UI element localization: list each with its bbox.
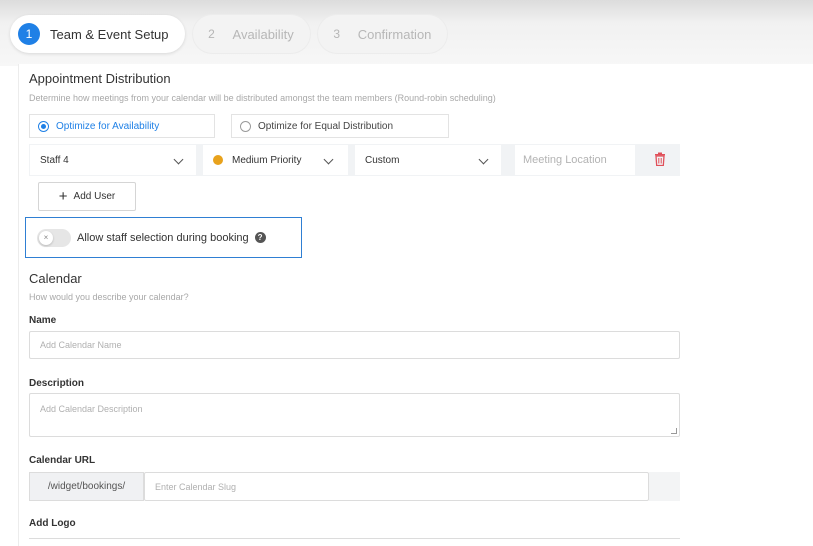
location-type-value: Custom [365, 154, 400, 166]
staff-selection-label: Allow staff selection during booking [77, 231, 249, 244]
calendar-slug-input[interactable]: Enter Calendar Slug [144, 472, 649, 501]
add-user-label: Add User [73, 191, 116, 202]
description-placeholder: Add Calendar Description [40, 404, 143, 414]
radio-optimize-equal-distribution[interactable]: Optimize for Equal Distribution [231, 114, 449, 138]
team-member-row: Staff 4 Medium Priority Custom Meeting L… [29, 144, 680, 176]
radio-unselected-icon [240, 120, 251, 132]
step-label: Confirmation [357, 26, 432, 42]
calendar-subtitle: How would you describe your calendar? [29, 292, 189, 302]
step-number: 2 [208, 27, 215, 41]
url-suffix-addon [649, 472, 680, 501]
calendar-name-input[interactable]: Add Calendar Name [29, 331, 680, 359]
step-number: 3 [333, 27, 341, 41]
priority-dot-icon [213, 155, 223, 165]
description-label: Description [29, 378, 85, 389]
calendar-title: Calendar [29, 271, 82, 286]
calendar-description-textarea[interactable]: Add Calendar Description [29, 393, 680, 437]
calendar-url-label: Calendar URL [29, 455, 96, 466]
name-label: Name [29, 315, 57, 326]
add-logo-label: Add Logo [29, 518, 76, 529]
priority-select-value: Medium Priority [232, 154, 302, 166]
radio-label: Optimize for Availability [56, 120, 160, 132]
location-type-select[interactable]: Custom [355, 145, 501, 175]
trash-icon[interactable] [654, 152, 666, 171]
chevron-down-icon [478, 154, 489, 165]
step-label: Availability [232, 26, 294, 42]
step-team-event-setup[interactable]: 1 Team & Event Setup [10, 15, 185, 53]
radio-selected-icon [38, 120, 49, 132]
step-label: Team & Event Setup [50, 26, 169, 42]
step-availability[interactable]: 2 Availability [192, 15, 310, 53]
chevron-down-icon [173, 154, 184, 165]
staff-selection-setting: × Allow staff selection during booking ? [25, 217, 302, 258]
meeting-location-input[interactable]: Meeting Location [515, 145, 635, 175]
step-confirmation[interactable]: 3 Confirmation [317, 15, 448, 53]
add-user-button[interactable]: + Add User [38, 182, 136, 211]
staff-selection-toggle[interactable]: × [37, 228, 71, 247]
step-number: 1 [18, 23, 40, 45]
logo-upload-area[interactable] [29, 538, 680, 546]
distribution-title: Appointment Distribution [29, 71, 171, 86]
chevron-down-icon [323, 154, 334, 165]
help-icon[interactable]: ? [254, 232, 266, 243]
distribution-subtitle: Determine how meetings from your calenda… [29, 93, 496, 103]
radio-label: Optimize for Equal Distribution [258, 120, 394, 132]
url-prefix: /widget/bookings/ [29, 472, 144, 501]
stepper: 1 Team & Event Setup 2 Availability 3 Co… [10, 15, 448, 53]
toggle-off-icon: × [39, 230, 53, 245]
priority-select[interactable]: Medium Priority [203, 145, 348, 175]
radio-optimize-availability[interactable]: Optimize for Availability [29, 114, 215, 138]
resize-handle-icon[interactable] [671, 428, 677, 434]
plus-icon: + [58, 188, 68, 205]
staff-select[interactable]: Staff 4 [30, 145, 196, 175]
staff-select-value: Staff 4 [40, 154, 69, 166]
